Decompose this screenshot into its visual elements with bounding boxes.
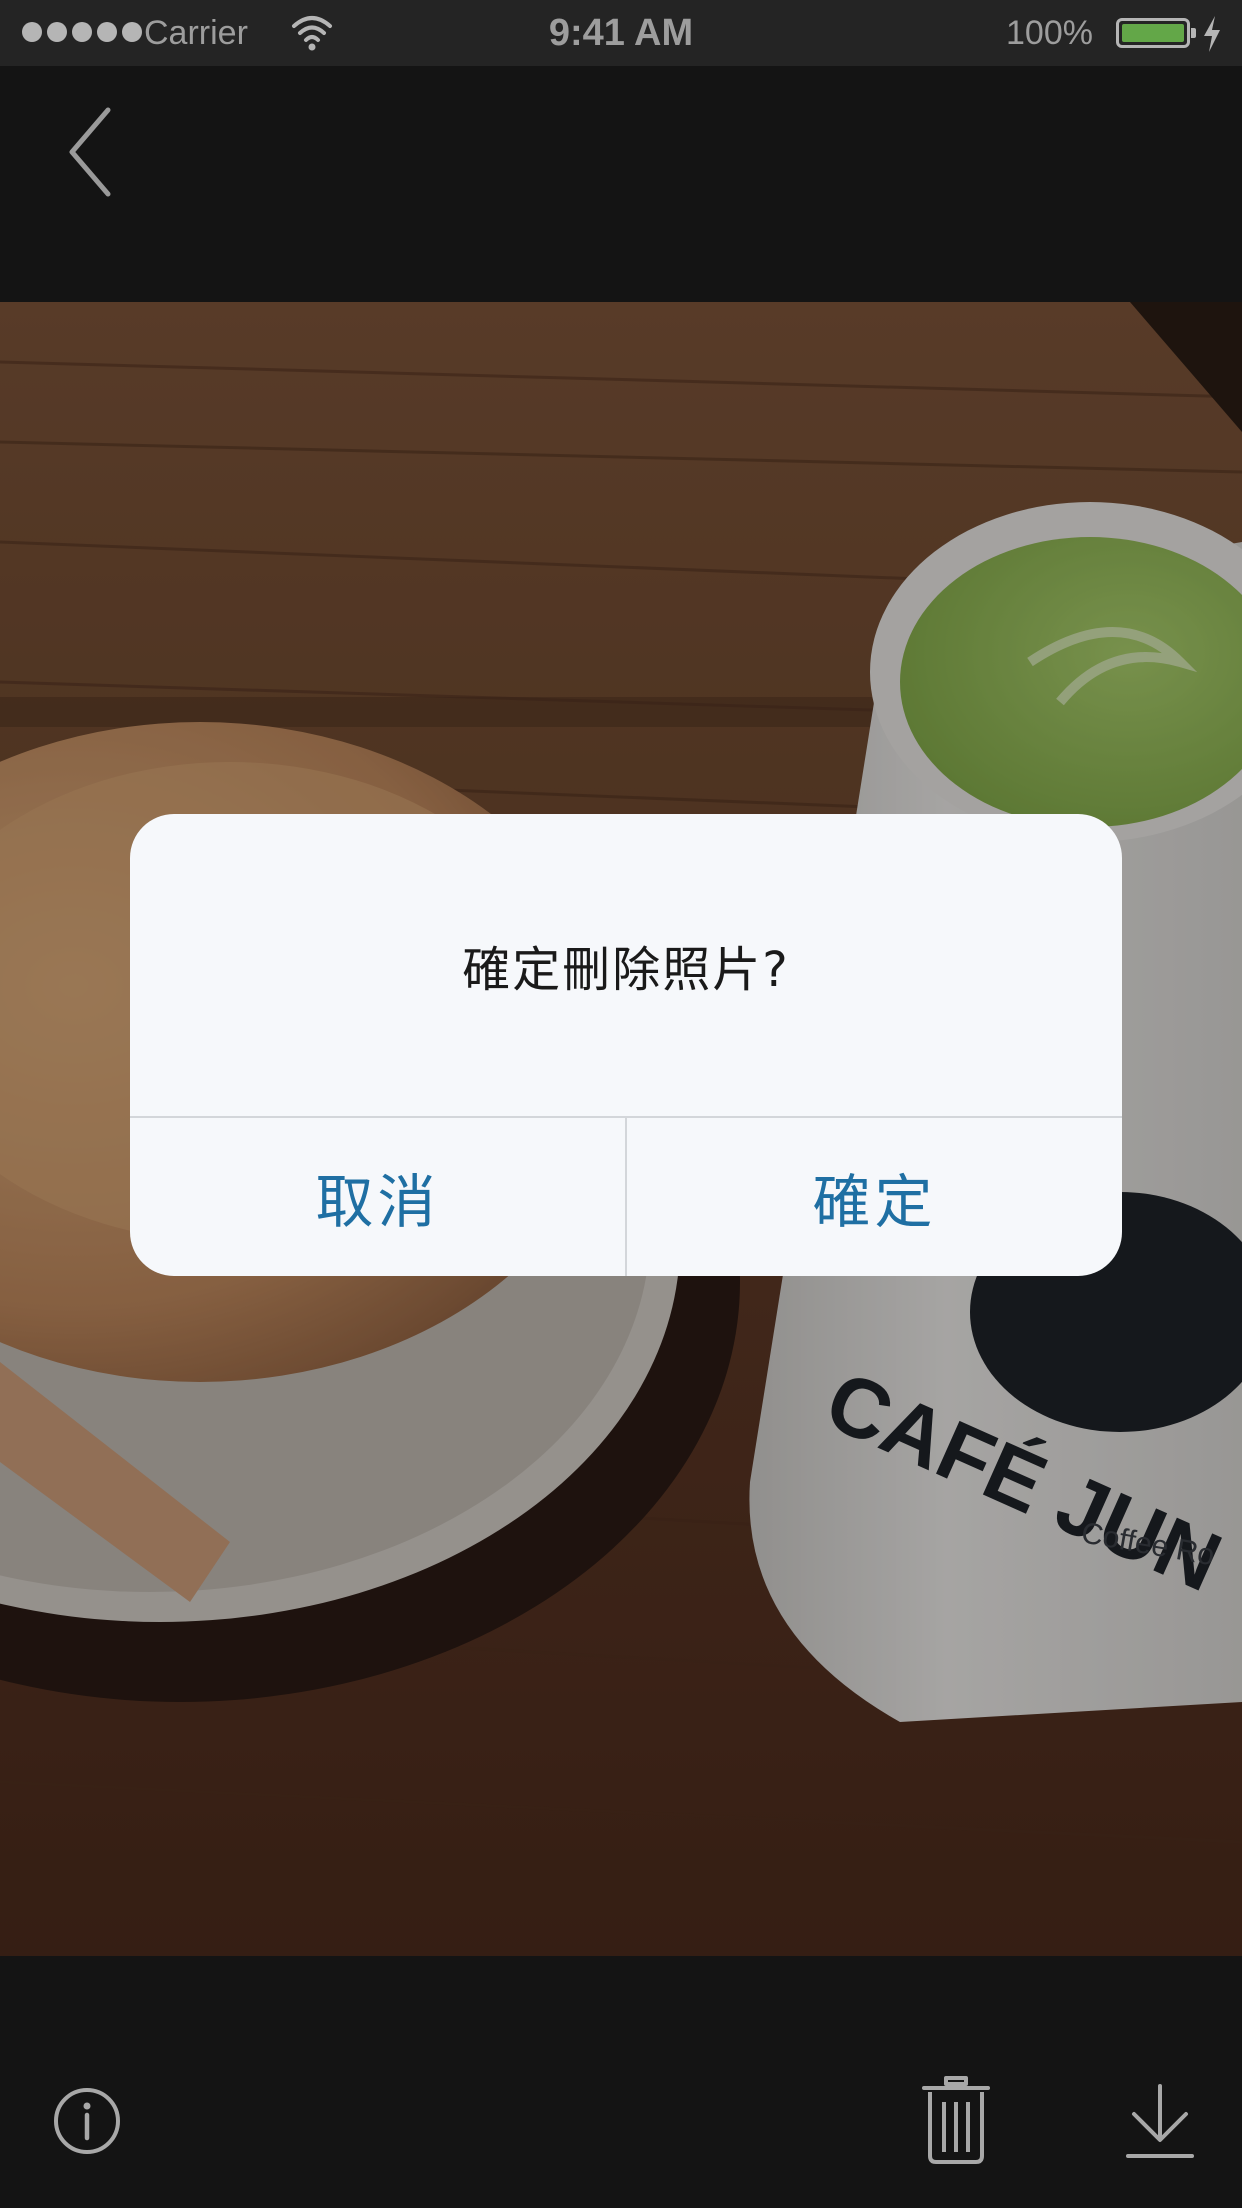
battery-percent: 100% xyxy=(1006,14,1093,52)
chevron-left-icon xyxy=(69,107,111,197)
delete-button[interactable] xyxy=(920,2076,992,2164)
download-button[interactable] xyxy=(1124,2082,1196,2162)
top-nav-bar xyxy=(0,66,1242,302)
info-button[interactable] xyxy=(52,2086,122,2156)
back-button[interactable] xyxy=(60,102,120,202)
dialog-message: 確定刪除照片? xyxy=(462,942,790,998)
info-icon xyxy=(54,2088,120,2154)
delete-confirm-dialog: 確定刪除照片? 取消 確定 xyxy=(130,814,1122,1276)
trash-icon xyxy=(922,2076,990,2164)
bottom-toolbar xyxy=(0,1956,1242,2208)
confirm-button[interactable]: 確定 xyxy=(627,1118,1122,1276)
cancel-button[interactable]: 取消 xyxy=(130,1118,625,1276)
charging-bolt-icon xyxy=(1204,16,1220,52)
status-bar: Carrier 9:41 AM 100% xyxy=(0,0,1242,66)
download-icon xyxy=(1126,2084,1194,2158)
battery-icon xyxy=(1116,18,1196,48)
